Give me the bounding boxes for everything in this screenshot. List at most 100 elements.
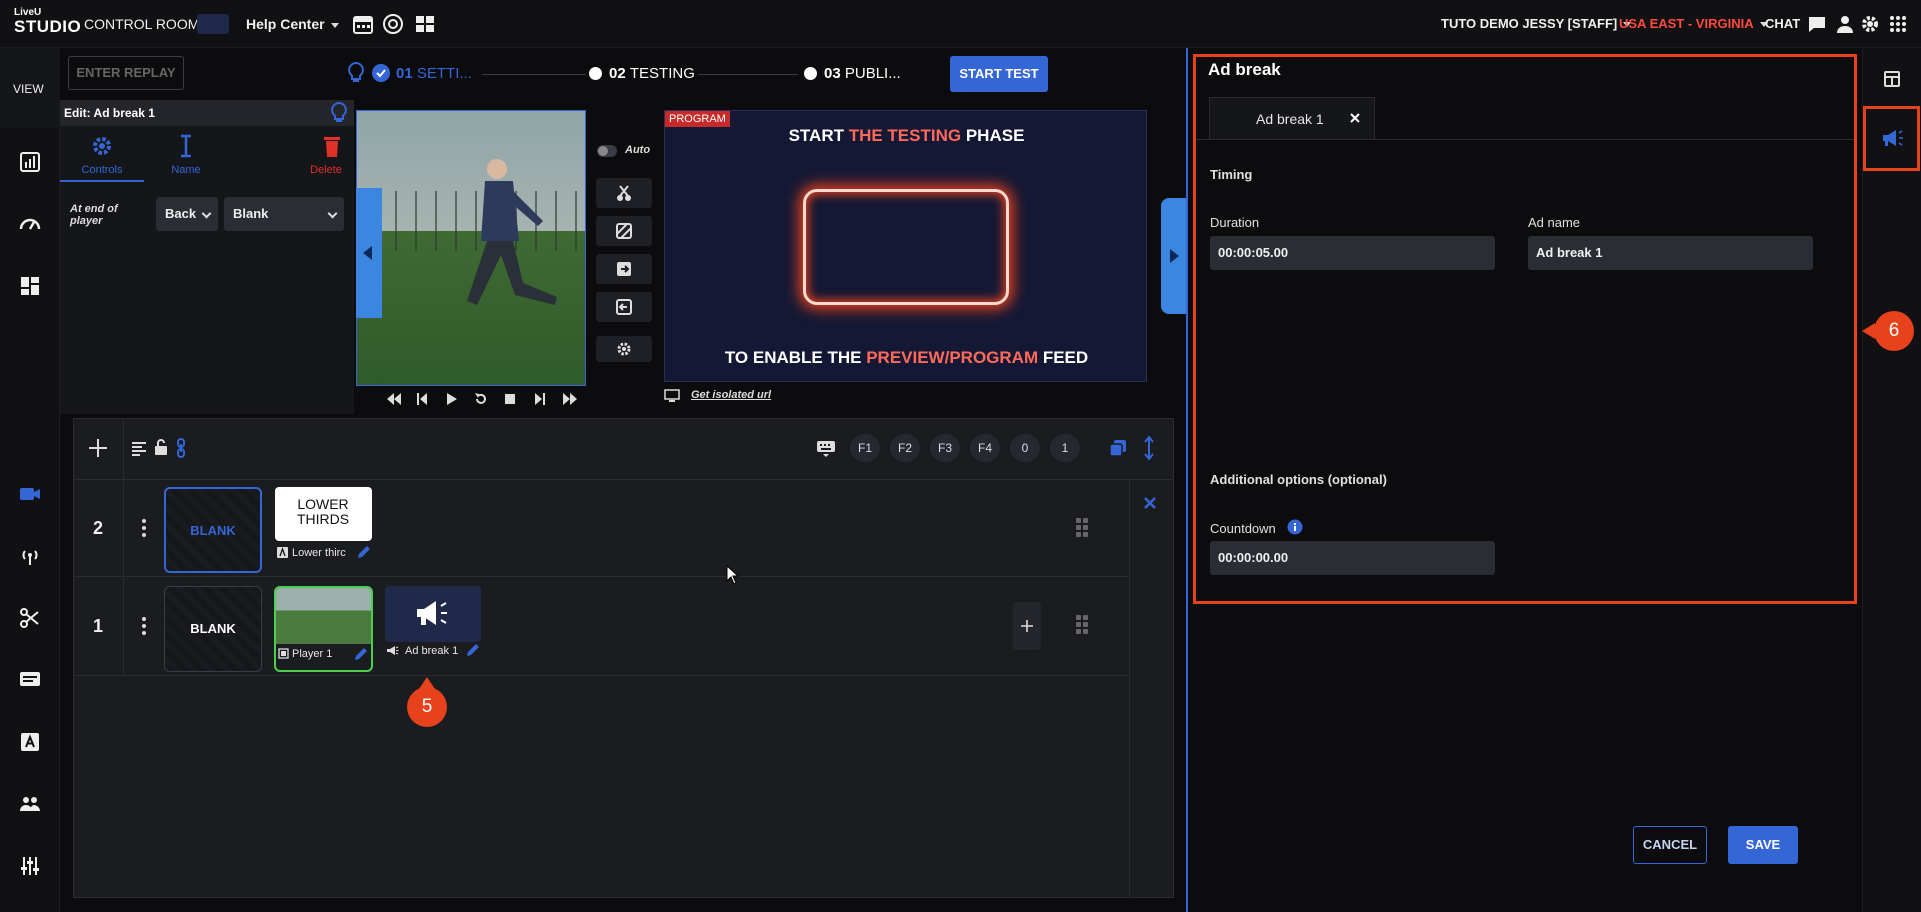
wipe-out-button[interactable]: [596, 292, 652, 322]
calendar-icon[interactable]: [352, 13, 374, 35]
align-left-icon[interactable]: [131, 440, 147, 456]
f4-key[interactable]: F4: [970, 434, 1000, 462]
cut-transition-button[interactable]: [596, 178, 652, 208]
program-monitor[interactable]: PROGRAM START THE TESTING PHASE TO ENABL…: [664, 110, 1147, 382]
user-icon[interactable]: [1834, 13, 1856, 35]
next-icon[interactable]: [534, 392, 546, 406]
megaphone-icon: [387, 646, 399, 655]
grid-apps-icon[interactable]: [1887, 13, 1909, 35]
scissors-icon[interactable]: [18, 606, 42, 630]
cancel-button[interactable]: CANCEL: [1633, 826, 1707, 864]
broadcast-antenna-icon[interactable]: [18, 544, 42, 568]
timing-section-title: Timing: [1210, 167, 1253, 182]
end-target-select[interactable]: Blank: [224, 197, 344, 231]
step-3[interactable]: 03 PUBLI...: [824, 65, 901, 82]
stop-icon[interactable]: [504, 393, 516, 405]
duration-input[interactable]: 00:00:05.00: [1210, 236, 1495, 270]
previous-icon[interactable]: [416, 392, 428, 406]
ad-break-clip-label: Ad break 1: [405, 645, 459, 657]
user-dropdown[interactable]: TUTO DEMO JESSY [STAFF]: [1441, 16, 1632, 31]
pencil-edit-icon[interactable]: [356, 544, 372, 560]
lower-thirds-clip[interactable]: LOWER THIRDS: [275, 487, 372, 541]
caption-icon[interactable]: [18, 668, 42, 692]
blank-clip[interactable]: BLANK: [164, 586, 262, 672]
lightbulb-icon[interactable]: [330, 102, 348, 124]
collapse-left-handle[interactable]: [356, 188, 382, 318]
f1-key[interactable]: F1: [850, 434, 880, 462]
liveu-studio-logo[interactable]: LiveU STUDIO: [14, 8, 81, 40]
layout-grid-icon[interactable]: [414, 13, 436, 35]
layers-panel-icon[interactable]: [1883, 70, 1901, 88]
player-1-clip[interactable]: Player 1: [274, 586, 373, 672]
gear-icon[interactable]: [1859, 13, 1881, 35]
key-0[interactable]: 0: [1010, 434, 1040, 462]
camera-icon[interactable]: [18, 482, 42, 506]
keyboard-icon[interactable]: [816, 438, 836, 458]
skip-forward-icon[interactable]: [562, 392, 578, 406]
wipe-in-button[interactable]: [596, 254, 652, 284]
text-font-icon: [277, 547, 288, 558]
pencil-edit-icon[interactable]: [353, 646, 369, 662]
step-1[interactable]: 01 SETTI...: [396, 65, 472, 82]
text-font-icon[interactable]: [18, 730, 42, 754]
pencil-edit-icon[interactable]: [465, 642, 481, 658]
ad-break-tab[interactable]: Ad break 1: [1209, 97, 1375, 139]
get-isolated-url-link[interactable]: Get isolated url: [691, 389, 771, 401]
start-test-button[interactable]: START TEST: [950, 56, 1048, 92]
lightbulb-icon[interactable]: [346, 61, 366, 85]
info-icon[interactable]: [1287, 519, 1303, 535]
countdown-input[interactable]: 00:00:00.00: [1210, 541, 1495, 575]
tab-controls[interactable]: Controls: [60, 126, 144, 182]
dashboard-icon[interactable]: [18, 274, 42, 298]
step-2[interactable]: 02 TESTING: [609, 65, 695, 82]
save-button[interactable]: SAVE: [1728, 826, 1798, 864]
f3-key[interactable]: F3: [930, 434, 960, 462]
layer-divider: [123, 481, 124, 577]
edit-panel-title: Edit: Ad break 1: [64, 106, 155, 120]
unlock-icon[interactable]: [153, 438, 169, 456]
users-group-icon[interactable]: [18, 792, 42, 816]
slide-in-icon: [617, 262, 631, 276]
close-icon[interactable]: [1143, 496, 1157, 510]
layer-menu-icon[interactable]: [142, 519, 146, 537]
play-icon[interactable]: [446, 392, 458, 406]
add-layer-icon[interactable]: [87, 437, 109, 459]
add-clip-button[interactable]: [1013, 602, 1041, 650]
chat-bubble-icon[interactable]: [1806, 13, 1828, 35]
close-icon[interactable]: [1349, 112, 1361, 124]
auto-toggle[interactable]: [597, 145, 617, 157]
speedometer-icon[interactable]: [18, 212, 42, 236]
subheading-part: TO ENABLE THE: [724, 348, 867, 367]
bar-chart-icon[interactable]: [18, 150, 42, 174]
expand-vertical-icon[interactable]: [1143, 436, 1155, 460]
preview-player[interactable]: [356, 110, 586, 386]
sliders-icon[interactable]: [18, 854, 42, 878]
transition-settings-button[interactable]: [596, 336, 652, 362]
ad-name-input[interactable]: Ad break 1: [1528, 236, 1813, 270]
expand-right-handle[interactable]: [1161, 198, 1187, 314]
ad-break-clip[interactable]: [385, 586, 481, 642]
plus-icon: [1021, 620, 1033, 632]
tab-delete[interactable]: Delete: [310, 126, 354, 182]
chat-link[interactable]: CHAT: [1765, 16, 1800, 31]
region-dropdown[interactable]: USA EAST - VIRGINIA: [1619, 16, 1768, 31]
ad-break-rail-highlight[interactable]: [1863, 106, 1920, 171]
drag-handle-icon[interactable]: [1075, 517, 1091, 539]
view-section[interactable]: VIEW: [0, 48, 60, 128]
layer-menu-icon[interactable]: [142, 617, 146, 635]
fade-transition-button[interactable]: [596, 216, 652, 246]
key-1[interactable]: 1: [1050, 434, 1080, 462]
duplicate-icon[interactable]: [1109, 439, 1127, 457]
link-icon[interactable]: [175, 438, 187, 458]
tab-name[interactable]: Name: [144, 126, 228, 182]
blank-clip-selected[interactable]: BLANK: [164, 487, 262, 573]
drag-handle-icon[interactable]: [1075, 614, 1091, 636]
help-lifebuoy-icon[interactable]: [382, 13, 404, 35]
end-action-select[interactable]: Back: [156, 197, 218, 231]
help-center-dropdown[interactable]: Help Center: [246, 16, 339, 32]
f2-key[interactable]: F2: [890, 434, 920, 462]
replay-icon[interactable]: [474, 392, 488, 406]
skip-back-icon[interactable]: [386, 392, 402, 406]
control-rooms-link[interactable]: CONTROL ROOMS: [84, 16, 209, 32]
enter-replay-button[interactable]: ENTER REPLAY: [68, 56, 184, 90]
